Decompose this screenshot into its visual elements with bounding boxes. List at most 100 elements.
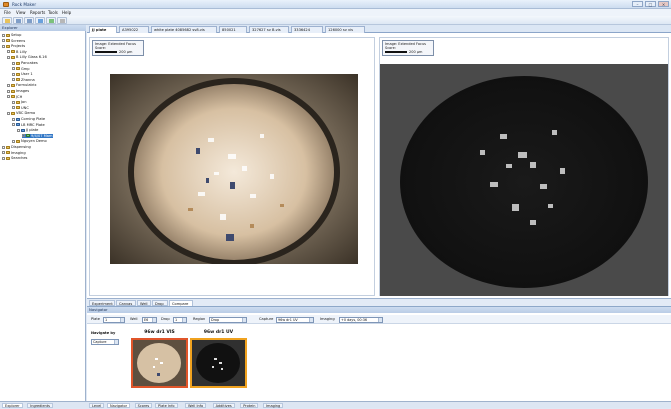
tree-item[interactable]: Setup bbox=[2, 33, 21, 37]
expander-icon[interactable] bbox=[2, 156, 5, 160]
expander-icon[interactable] bbox=[7, 95, 10, 99]
right-image-panel: Image: Extended Focus Score: 200 µm bbox=[379, 37, 669, 296]
menu-reports[interactable]: Reports bbox=[30, 10, 45, 15]
menu-help[interactable]: Help bbox=[62, 10, 71, 15]
expander-icon[interactable] bbox=[12, 100, 15, 104]
expander-icon[interactable] bbox=[12, 123, 15, 127]
imaging-select[interactable]: +0 days, 00:36 bbox=[339, 317, 383, 323]
dock-tab[interactable]: Additives bbox=[212, 403, 235, 408]
tree-item[interactable]: Jon bbox=[12, 100, 27, 104]
expander-icon[interactable] bbox=[2, 151, 5, 155]
well-value: E6 bbox=[144, 318, 149, 322]
tree-item[interactable]: Screens bbox=[2, 39, 25, 43]
tree-item[interactable]: Images bbox=[7, 89, 29, 93]
expander-icon[interactable] bbox=[2, 33, 5, 37]
tree-item[interactable]: Nguyen Demo bbox=[12, 139, 47, 143]
tree-item[interactable]: Gmp bbox=[12, 67, 30, 71]
toolbar-folder-button[interactable] bbox=[2, 17, 12, 24]
tree-item-label: Images bbox=[16, 89, 30, 93]
expander-icon[interactable] bbox=[2, 145, 5, 149]
tree-item[interactable]: B Lilly bbox=[7, 50, 27, 54]
tree-item[interactable]: UNC bbox=[12, 106, 29, 110]
expander-icon[interactable] bbox=[12, 139, 15, 143]
uv-drop-image[interactable] bbox=[380, 64, 668, 296]
menu-view[interactable]: View bbox=[16, 10, 26, 15]
dock-tab[interactable]: Navigator bbox=[107, 403, 131, 408]
dock-tab[interactable]: Ingredients bbox=[27, 403, 53, 408]
expander-icon[interactable] bbox=[7, 89, 10, 93]
expander-icon[interactable] bbox=[12, 117, 15, 121]
thumb-vis[interactable] bbox=[131, 338, 188, 388]
expander-icon[interactable] bbox=[12, 106, 15, 110]
tree-item[interactable]: Corning Plate bbox=[12, 117, 45, 121]
thumb-vis-title: 96w dr1 VIS bbox=[144, 330, 175, 335]
tree-item[interactable]: Searches bbox=[2, 156, 27, 160]
folder-icon bbox=[6, 33, 10, 37]
toolbar-plate-button[interactable] bbox=[35, 17, 45, 24]
expander-icon[interactable] bbox=[7, 83, 10, 87]
tree-item-label: Jon bbox=[21, 100, 27, 105]
menu-file[interactable]: File bbox=[4, 10, 11, 15]
tree-item[interactable]: Imaging bbox=[2, 151, 26, 155]
dock-tab[interactable]: Scores bbox=[134, 403, 153, 408]
expander-icon[interactable] bbox=[17, 128, 20, 132]
maximize-button[interactable]: □ bbox=[645, 1, 656, 7]
expander-icon[interactable] bbox=[12, 61, 15, 65]
tree-item[interactable]: Projects bbox=[2, 44, 25, 48]
dock-tab[interactable]: Protein bbox=[240, 403, 259, 408]
tree-item[interactable]: JJ plate bbox=[17, 128, 38, 132]
document-tab[interactable]: A395022 bbox=[119, 26, 149, 33]
scale-bar bbox=[95, 51, 117, 53]
toolbar-camera-button[interactable] bbox=[57, 17, 67, 24]
document-tab[interactable]: white plate 4085682 sv8.vis bbox=[151, 26, 217, 33]
expander-icon[interactable] bbox=[2, 39, 5, 43]
toolbar-image-button[interactable] bbox=[46, 17, 56, 24]
plate-select[interactable]: 1 bbox=[103, 317, 125, 323]
close-button[interactable]: × bbox=[658, 1, 669, 7]
region-select[interactable]: Drop bbox=[209, 317, 247, 323]
tree-item[interactable]: VBC Demo bbox=[7, 111, 35, 115]
tree-item[interactable]: Dispensing bbox=[2, 145, 31, 149]
expander-icon[interactable] bbox=[12, 72, 15, 76]
tree-item[interactable]: 9/4/07 Mam bbox=[22, 133, 53, 138]
folder-icon bbox=[16, 139, 20, 143]
tree-item[interactable]: JCH bbox=[7, 95, 22, 99]
vis-drop-image[interactable] bbox=[110, 74, 358, 264]
tree-item-label: User 1 bbox=[21, 72, 33, 77]
dock-tab[interactable]: Level bbox=[89, 403, 105, 408]
expander-icon[interactable] bbox=[7, 111, 10, 115]
expander-icon[interactable] bbox=[22, 134, 25, 138]
document-tab[interactable]: 126000 sv vis bbox=[325, 26, 365, 33]
drop-select[interactable]: 1 bbox=[173, 317, 187, 323]
expander-icon[interactable] bbox=[2, 44, 5, 48]
tree-item[interactable]: B Lilly Glass 6.16 bbox=[7, 55, 47, 59]
tree-item[interactable]: User 1 bbox=[12, 72, 33, 76]
menu-tools[interactable]: Tools bbox=[48, 10, 58, 15]
well-select[interactable]: E6 bbox=[142, 317, 157, 323]
dock-tab[interactable]: Explorer bbox=[2, 403, 23, 408]
tree-item[interactable]: Formulatrix bbox=[7, 83, 37, 87]
minimize-button[interactable]: – bbox=[632, 1, 643, 7]
expander-icon[interactable] bbox=[12, 78, 15, 82]
tree-item[interactable]: Pancakes bbox=[12, 61, 38, 65]
thumb-uv[interactable] bbox=[190, 338, 247, 388]
capture-select[interactable]: 96w dr1 UV bbox=[276, 317, 314, 323]
tree-item[interactable]: Zhanna bbox=[12, 78, 35, 82]
bottom-dock-tabs: Explorer Ingredients Level Navigator Scores P… bbox=[0, 401, 671, 408]
document-tab[interactable]: JJ plate bbox=[89, 26, 117, 33]
expander-icon[interactable] bbox=[12, 67, 15, 71]
expander-icon[interactable] bbox=[7, 55, 10, 59]
dock-tab[interactable]: Well Info bbox=[185, 403, 207, 408]
tree-item[interactable]: LB MRC Plate bbox=[12, 123, 45, 127]
dock-tab[interactable]: Imaging bbox=[263, 403, 284, 408]
dock-tab[interactable]: Plate Info bbox=[155, 403, 178, 408]
expander-icon[interactable] bbox=[7, 50, 10, 54]
document-tab[interactable]: 850021 bbox=[219, 26, 247, 33]
navigate-by-select[interactable]: Capture bbox=[91, 339, 119, 345]
chevron-down-icon bbox=[242, 318, 246, 322]
toolbar-back-button[interactable] bbox=[13, 17, 23, 24]
document-tab[interactable]: 327627 sv B.vis bbox=[249, 26, 289, 33]
document-tab[interactable]: 3336424 bbox=[291, 26, 323, 33]
toolbar-forward-button[interactable] bbox=[24, 17, 34, 24]
right-image-caption: Image: Extended Focus Score: 200 µm bbox=[382, 40, 434, 56]
